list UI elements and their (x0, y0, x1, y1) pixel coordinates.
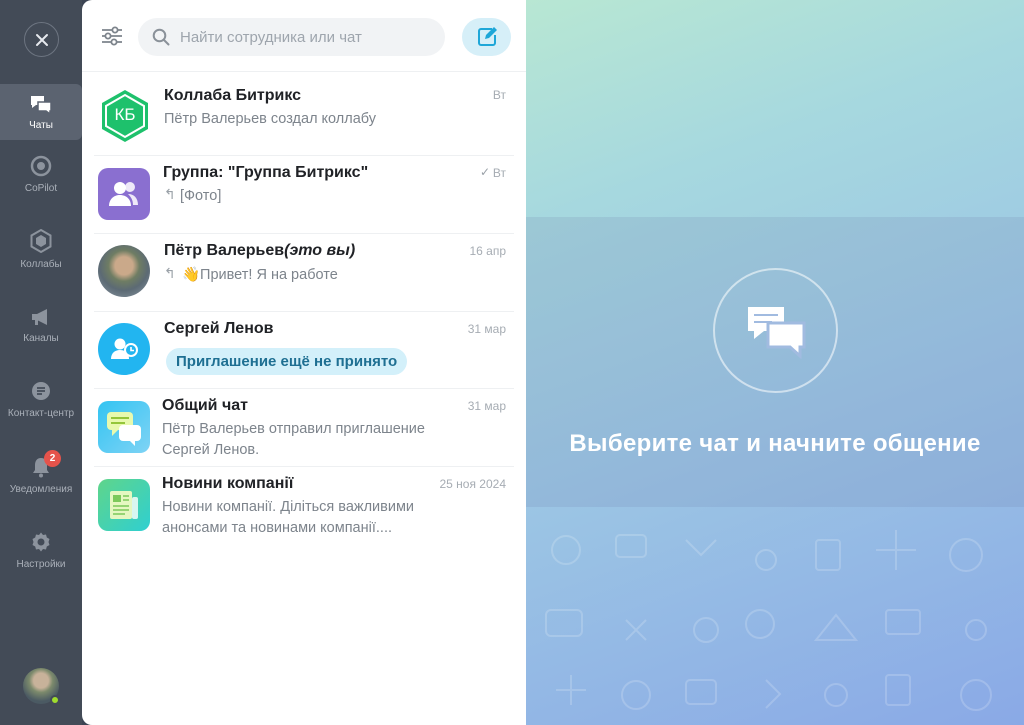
online-status-indicator (50, 695, 60, 705)
sliders-icon (102, 26, 122, 46)
gear-icon (32, 532, 50, 551)
reply-arrow-icon: ↰ (164, 265, 176, 281)
megaphone-icon (32, 308, 47, 325)
nav-item-label: Каналы (23, 332, 59, 344)
nav-item-settings[interactable]: Настройки (0, 522, 82, 578)
close-icon (35, 33, 48, 46)
notification-count-badge: 2 (44, 450, 61, 467)
close-button[interactable] (24, 22, 59, 57)
chat-title: Коллаба Битрикс (164, 87, 302, 104)
nav-rail: Чаты CoPilot Коллабы Каналы Контакт-цент… (0, 0, 82, 725)
general-chat-avatar (98, 401, 150, 453)
news-channel-avatar (98, 479, 150, 531)
reply-arrow-icon: ↰ (164, 186, 176, 202)
newspaper-icon (110, 491, 138, 519)
chat-preview: Пётр Валерьев отправил приглашение Серге… (162, 421, 425, 458)
hexagon-icon (30, 228, 52, 253)
nav-item-label: Коллабы (20, 258, 62, 270)
self-marker: (это вы) (284, 242, 356, 259)
chat-item-sergey-lenov[interactable]: Сергей Ленов 31 мар Приглашение ещё не п… (94, 312, 514, 389)
invitation-status-pill: Приглашение ещё не принято (166, 348, 408, 375)
chat-date: Вт (492, 166, 506, 180)
empty-state-circle (713, 268, 838, 393)
chat-title: Общий чат (162, 397, 248, 414)
nav-item-label: Настройки (16, 558, 66, 570)
chat-date: 31 мар (467, 322, 506, 336)
chat-date: Вт (492, 88, 506, 102)
empty-state-text: Выберите чат и начните общение (569, 430, 981, 457)
nav-item-label: CoPilot (24, 182, 58, 194)
user-photo-avatar (98, 245, 150, 297)
chat-item-general[interactable]: Общий чат 31 мар Пётр Валерьев отправил … (94, 389, 514, 467)
chat-item-company-news[interactable]: Новини компанії 25 ноя 2024 Новини компа… (94, 467, 514, 547)
chat-item-self[interactable]: Пётр Валерьев(это вы) 16 апр ↰ 👋Привет! … (94, 234, 514, 312)
chat-preview: 👋Привет! Я на работе (182, 267, 338, 283)
chat-title: Новини компанії (162, 475, 294, 492)
chat-preview: [Фото] (180, 188, 222, 204)
chat-date: 25 ноя 2024 (439, 477, 506, 491)
nav-item-label: Чаты (29, 119, 53, 131)
chat-title: Пётр Валерьев(это вы) (164, 242, 356, 259)
chat-bubbles-icon (31, 95, 52, 114)
nav-item-notifications[interactable]: 2 Уведомления (0, 447, 82, 503)
nav-item-channels[interactable]: Каналы (0, 297, 82, 353)
chat-item-group-bitrix[interactable]: Группа: "Группа Битрикс" ✓ Вт ↰ [Фото] (94, 156, 514, 234)
group-avatar (98, 168, 150, 220)
chat-empty-state: Выберите чат и начните общение (526, 0, 1024, 725)
background-pattern (545, 530, 992, 711)
chat-list-toolbar (82, 0, 526, 72)
collab-avatar: КБ (98, 88, 150, 142)
group-people-icon (109, 182, 138, 206)
user-clock-icon (111, 338, 138, 359)
nav-item-chats[interactable]: Чаты (0, 84, 82, 140)
chat-preview: Новини компанії. Діліться важливими анон… (162, 499, 415, 536)
chat-item-collab-bitrix[interactable]: КБ Коллаба Битрикс Вт Пётр Валерьев созд… (94, 72, 514, 156)
chat-list-panel: КБ Коллаба Битрикс Вт Пётр Валерьев созд… (82, 0, 526, 725)
nav-item-contact-center[interactable]: Контакт-центр (0, 371, 82, 427)
chat-date: 16 апр (469, 244, 506, 258)
collab-avatar-initials: КБ (114, 105, 136, 124)
search-icon (152, 28, 170, 46)
chat-title: Группа: "Группа Битрикс" (163, 164, 369, 181)
nav-item-collabs[interactable]: Коллабы (0, 221, 82, 277)
compose-icon (477, 27, 497, 46)
chat-date: 31 мар (467, 399, 506, 413)
new-chat-button[interactable] (462, 18, 511, 56)
contact-center-icon (32, 381, 50, 400)
search-box (138, 18, 445, 56)
search-input[interactable] (180, 28, 430, 46)
filter-button[interactable] (100, 25, 126, 49)
read-check-icon: ✓ (479, 165, 490, 179)
chat-title: Сергей Ленов (164, 320, 274, 337)
nav-item-label: Контакт-центр (7, 407, 75, 419)
nav-item-label: Уведомления (9, 483, 73, 495)
copilot-icon (30, 155, 52, 176)
chat-preview: Пётр Валерьев создал коллабу (164, 111, 377, 127)
invited-user-avatar (98, 323, 150, 375)
current-user-avatar[interactable] (23, 668, 60, 705)
nav-item-copilot[interactable]: CoPilot (0, 146, 82, 202)
speech-bubbles-icon (107, 412, 141, 446)
chat-bubbles-icon (747, 306, 805, 359)
